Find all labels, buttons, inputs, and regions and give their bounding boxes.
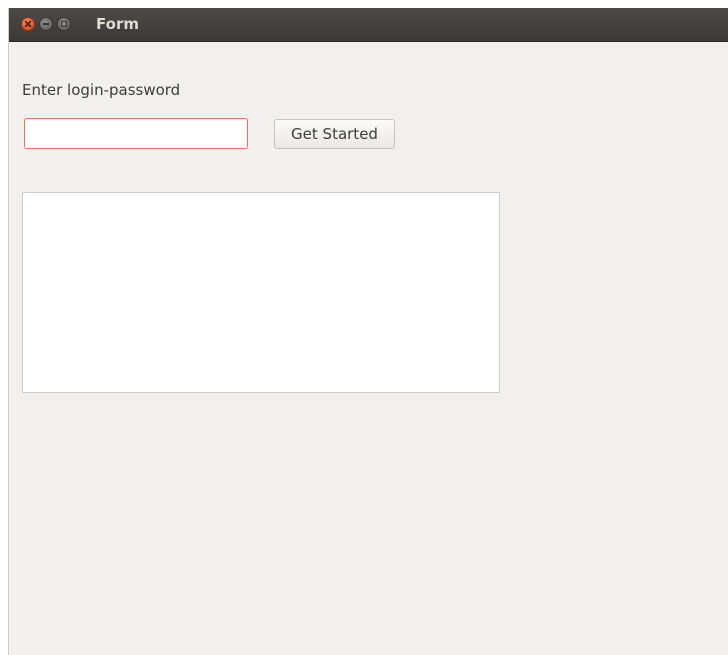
output-text-area[interactable] <box>22 192 500 393</box>
close-icon[interactable] <box>21 17 35 31</box>
maximize-icon[interactable] <box>57 17 71 31</box>
window-title: Form <box>96 15 139 33</box>
password-prompt-label: Enter login-password <box>22 81 181 99</box>
titlebar[interactable]: Form <box>9 8 728 42</box>
get-started-button[interactable]: Get Started <box>274 119 395 149</box>
form-window: Form Enter login-password Get Started <box>8 8 728 655</box>
minimize-icon[interactable] <box>39 17 53 31</box>
password-input[interactable] <box>24 118 248 149</box>
